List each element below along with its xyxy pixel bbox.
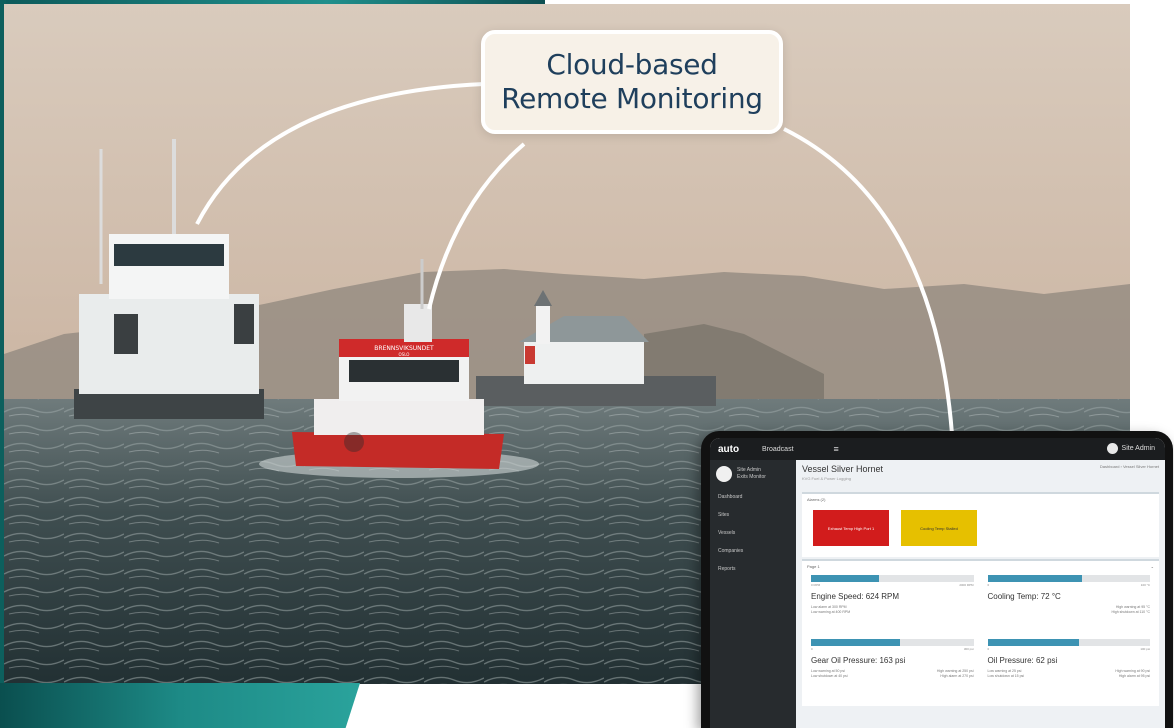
gauge-gear-oil-pressure: 0 300 psi Gear Oil Pressure: 163 psi Low …: [811, 639, 974, 703]
gauge-bar: [811, 639, 974, 646]
gauge-oil-pressure: 0 100 psi Oil Pressure: 62 psi Low warnin…: [987, 639, 1150, 703]
dashboard-screen: auto Broadcast ≡ Site Admin Site Admin E…: [710, 438, 1165, 728]
main-content: Vessel Silver Hornet KVG Fuel & Power Lo…: [796, 460, 1165, 728]
gauge-max: 100 °C: [1140, 583, 1150, 587]
tug-name-sign: BRENNSVIKSUNDET: [374, 345, 434, 352]
gauge-max: 300 psi: [963, 647, 974, 651]
gauge-bar-fill: [987, 639, 1079, 646]
page-header: Vessel Silver Hornet KVG Fuel & Power Lo…: [802, 464, 1159, 490]
gauge-note: Low shutdown at 15 psi: [987, 674, 1025, 678]
gauge-title: Oil Pressure: 62 psi: [987, 656, 1058, 665]
gauge-min: 0: [811, 647, 813, 651]
callout-line-1: Cloud-based: [546, 48, 718, 81]
brand-label[interactable]: Broadcast: [762, 446, 794, 453]
gauge-note: High alarm at 270 psi: [940, 674, 974, 678]
sidebar-item-vessels[interactable]: Vessels: [710, 524, 796, 542]
gauge-note: High shutdown at 110 °C: [1111, 610, 1151, 614]
user-menu[interactable]: Site Admin: [1106, 443, 1155, 454]
alarm-tile-cooling[interactable]: Cooling Temp Stalled: [901, 510, 977, 546]
breadcrumb[interactable]: Dashboard › Vessel Silver Hornet: [1100, 464, 1159, 469]
gauge-bar-fill: [811, 575, 880, 582]
sidebar-item-dashboard[interactable]: Dashboard: [710, 488, 796, 506]
gauge-max: 2000 RPM: [959, 583, 974, 587]
gauge-title: Engine Speed: 624 RPM: [811, 592, 900, 601]
top-navbar: auto Broadcast ≡ Site Admin: [710, 438, 1165, 460]
avatar: [1106, 443, 1118, 454]
gauge-bar: [811, 575, 974, 582]
sidebar-avatar: [716, 466, 732, 482]
sidebar-item-reports[interactable]: Reports: [710, 560, 796, 578]
sidebar: Site Admin Exits Monitor Dashboard Sites…: [710, 460, 796, 728]
gauge-grid: 0 RPM 2000 RPM Engine Speed: 624 RPM Low …: [807, 569, 1154, 703]
tug-home-port-sign: OSLO: [399, 352, 410, 357]
tablet-device: auto Broadcast ≡ Site Admin Site Admin E…: [701, 431, 1173, 728]
gauge-min: 0 RPM: [811, 583, 821, 587]
gauge-engine-speed: 0 RPM 2000 RPM Engine Speed: 624 RPM Low …: [811, 575, 974, 639]
sidebar-user-name: Site Admin: [737, 467, 761, 473]
sidebar-item-sites[interactable]: Sites: [710, 506, 796, 524]
gauge-bar: [987, 639, 1150, 646]
remote-monitoring-callout: Cloud-based Remote Monitoring: [481, 30, 783, 134]
user-name: Site Admin: [1121, 445, 1155, 452]
alarm-tile-exhaust[interactable]: Exhaust Temp High Port 1: [813, 510, 889, 546]
sidebar-user-role: Exits Monitor: [737, 474, 766, 480]
sidebar-item-companies[interactable]: Companies: [710, 542, 796, 560]
gauges-panel: Page 1 ⌄ 0 RPM 2000 RPM Engine Speed: 624…: [802, 559, 1159, 706]
menu-toggle-icon[interactable]: ≡: [834, 444, 839, 454]
gauge-note: Low shutdown at 40 psi: [811, 674, 848, 678]
page-title: Vessel Silver Hornet: [802, 464, 884, 474]
gauge-bar-fill: [987, 575, 1082, 582]
gauge-max: 100 psi: [1140, 647, 1150, 651]
gauge-cooling-temp: 0 100 °C Cooling Temp: 72 °C High warning…: [987, 575, 1151, 639]
teal-bottom-accent: [0, 683, 360, 728]
gauge-bar: [987, 575, 1150, 582]
gauge-bar-fill: [811, 639, 901, 646]
page-subtitle: KVG Fuel & Power Logging: [802, 476, 851, 481]
gauge-note: Low warning at 400 RPM: [811, 610, 851, 614]
gauge-title: Gear Oil Pressure: 163 psi: [811, 656, 906, 665]
collapse-chevron-icon[interactable]: ⌄: [1151, 564, 1154, 569]
gauge-note: High alarm at 95 psi: [1118, 674, 1150, 678]
app-logo[interactable]: auto: [718, 444, 748, 455]
sidebar-user: Site Admin Exits Monitor: [710, 460, 796, 488]
gauge-title: Cooling Temp: 72 °C: [987, 592, 1061, 601]
callout-line-2: Remote Monitoring: [501, 82, 763, 115]
page-panel-label: Page 1: [807, 564, 820, 569]
gauge-min: 0: [987, 583, 990, 587]
alarms-panel: Alarms (2) Exhaust Temp High Port 1 Cool…: [802, 492, 1159, 557]
gauge-min: 0: [987, 647, 990, 651]
